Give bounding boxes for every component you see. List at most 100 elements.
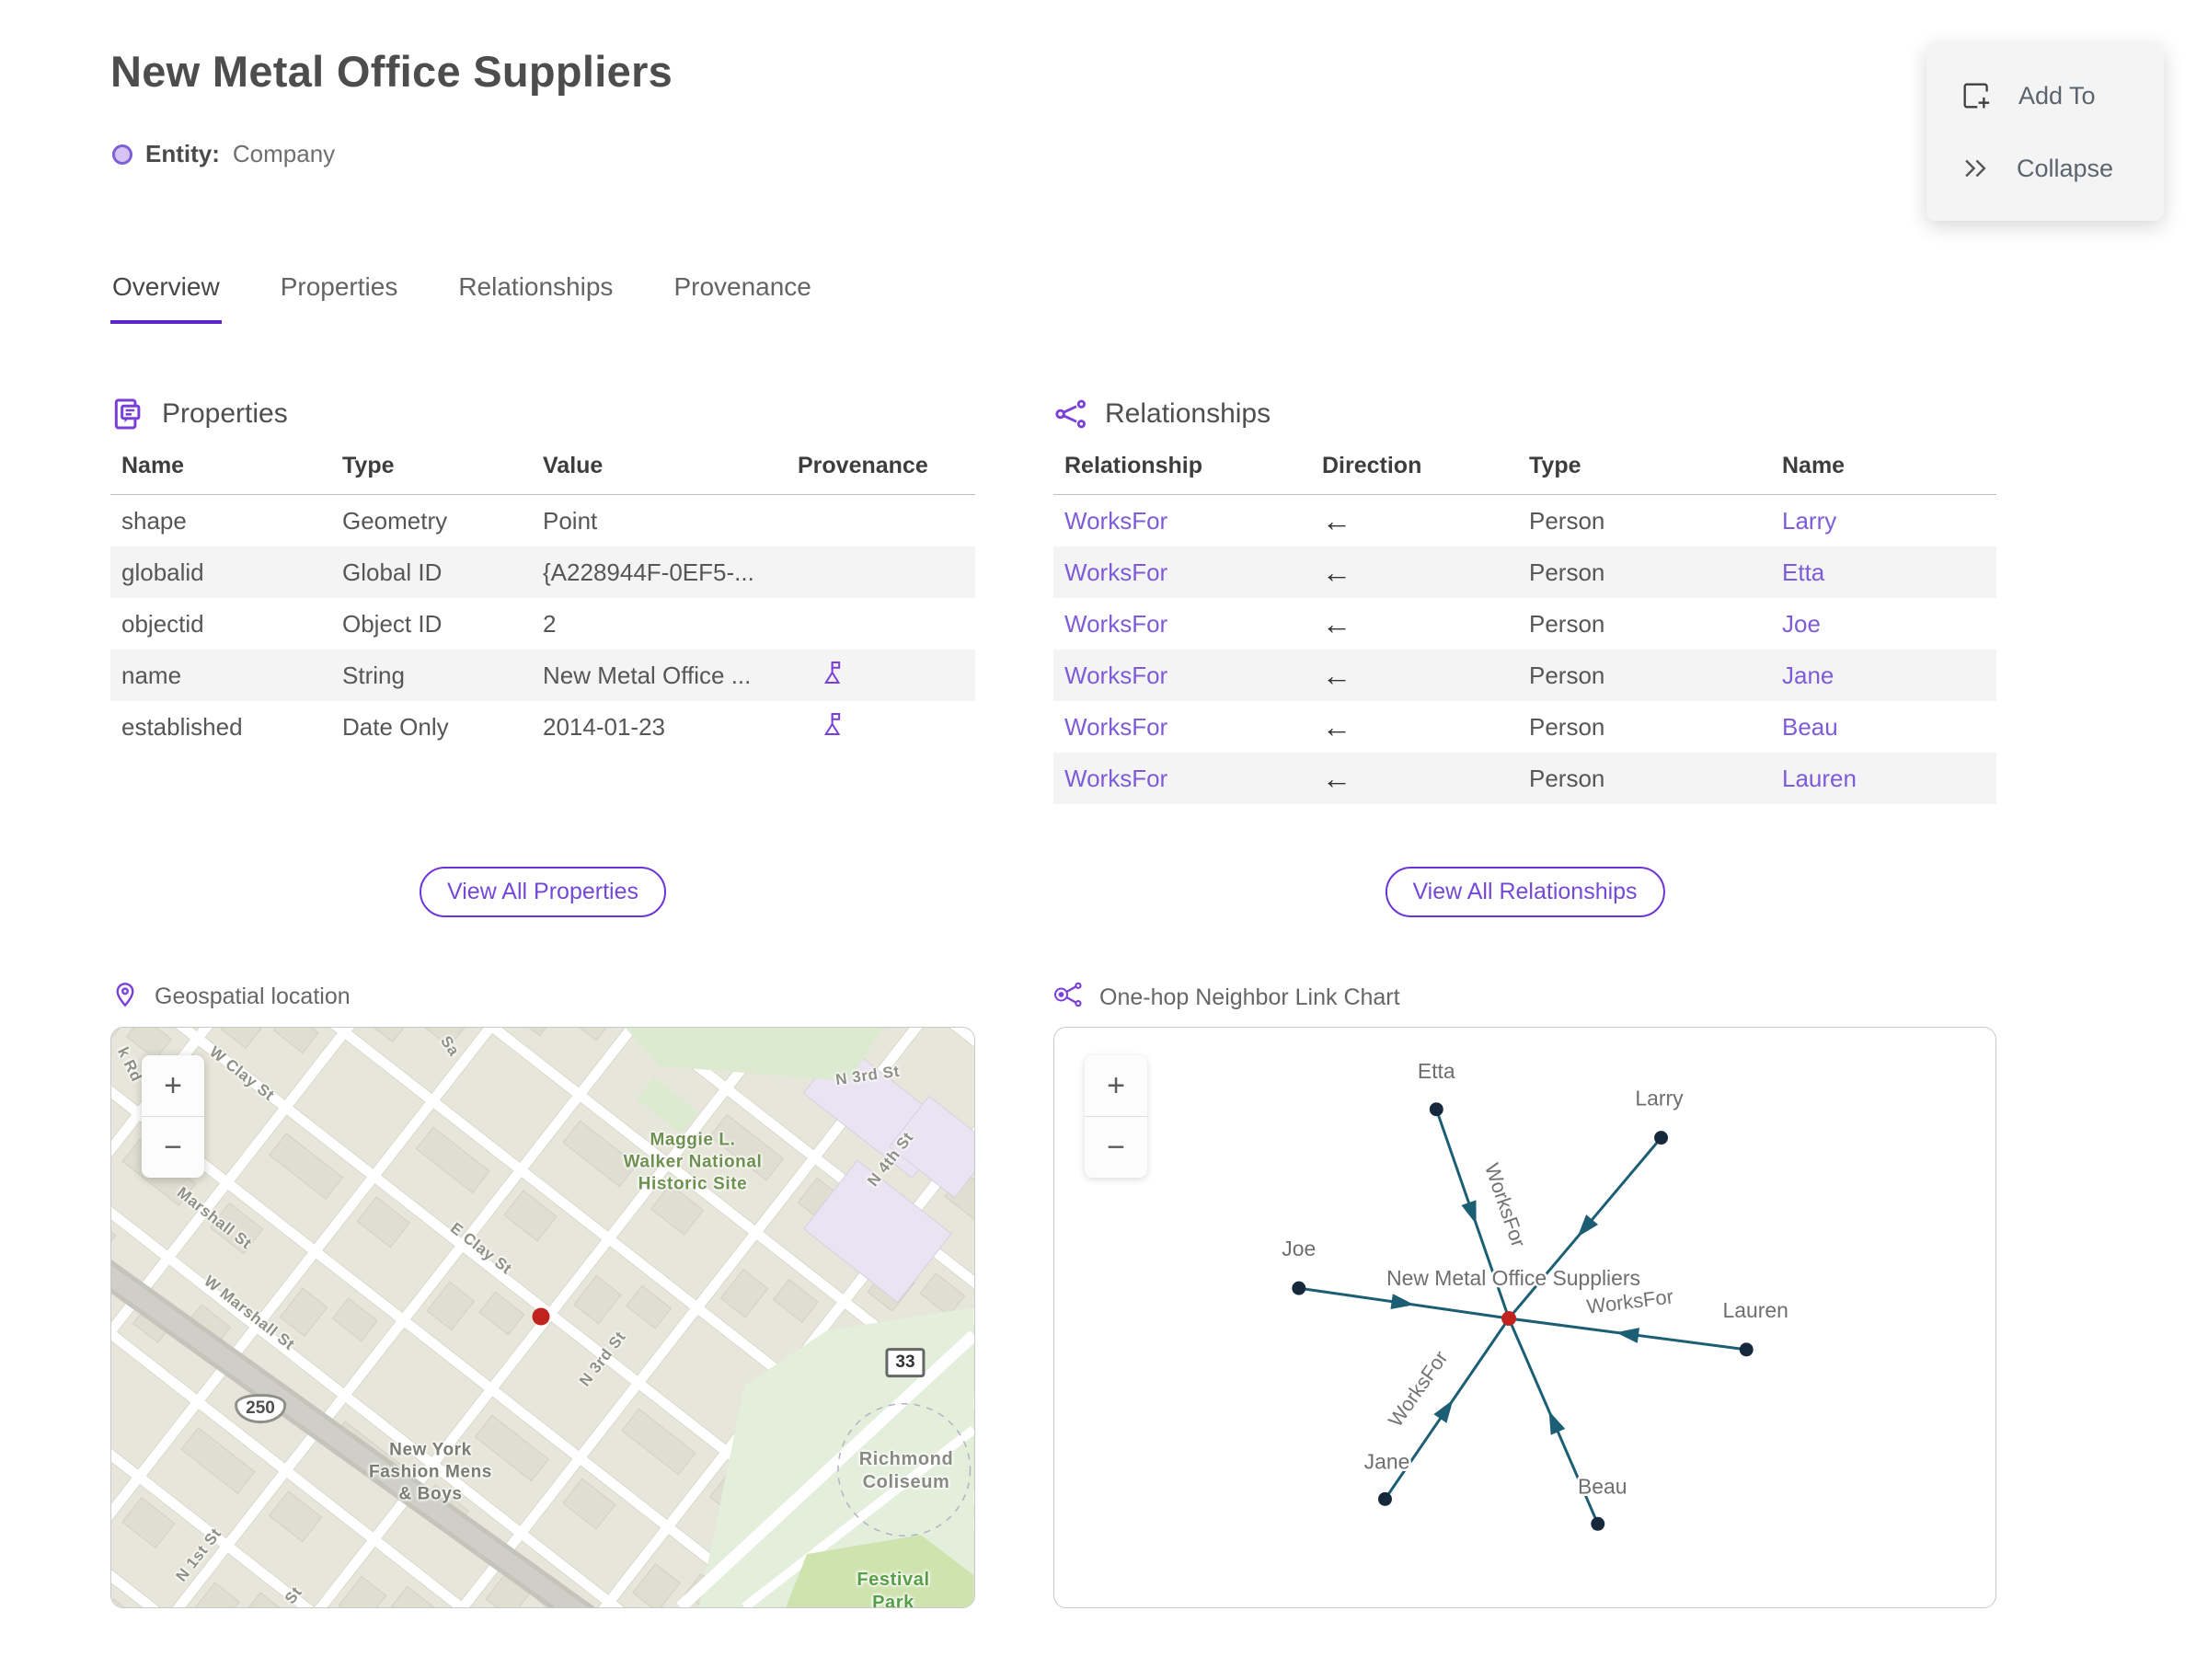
link-chart-icon: [1053, 979, 1085, 1017]
property-cell: globalid: [121, 558, 204, 586]
property-row: established Date Only 2014-01-23: [110, 701, 975, 753]
person-node[interactable]: [1591, 1516, 1605, 1531]
relationships-table: Relationship Direction Type Name WorksFor ← P…: [1053, 453, 1996, 804]
properties-section-header: Properties: [110, 396, 975, 432]
link-chart-canvas[interactable]: WorksForWorksForWorksForNew Metal Office…: [1054, 1028, 1995, 1607]
property-row: globalid Global ID {A228944F-0EF5-...: [110, 547, 975, 598]
direction-cell: ←: [1311, 495, 1518, 547]
collapse-button[interactable]: Collapse: [1926, 132, 2164, 204]
tab-properties[interactable]: Properties: [279, 272, 400, 324]
tab-relationships[interactable]: Relationships: [456, 272, 615, 324]
relationship-cell: WorksFor: [1053, 495, 1311, 547]
add-to-label: Add To: [2018, 81, 2096, 109]
provenance-flag-icon[interactable]: [818, 661, 845, 692]
relationship-row: WorksFor ← Person Larry: [1053, 495, 1996, 547]
map-zoom-out-button[interactable]: −: [142, 1116, 204, 1178]
type-cell: Person: [1529, 661, 1605, 689]
entity-name-link[interactable]: Larry: [1782, 507, 1836, 535]
property-cell: Object ID: [342, 609, 443, 638]
relationships-column: Relationships Relationship Direction Type N…: [1053, 396, 1996, 1619]
chart-zoom-out-button[interactable]: −: [1085, 1116, 1147, 1178]
type-cell: Person: [1529, 506, 1605, 535]
person-node[interactable]: [1654, 1131, 1669, 1145]
tab-overview[interactable]: Overview: [110, 272, 222, 324]
node-label: Lauren: [1723, 1298, 1788, 1322]
entity-row: Entity: Company: [112, 140, 335, 168]
column-header: Relationship: [1053, 453, 1311, 495]
relationships-section-header: Relationships: [1053, 396, 1996, 432]
add-to-icon: [1960, 79, 1993, 112]
column-header: Name: [110, 453, 331, 495]
geospatial-map[interactable]: k Rd W Clay St Sa Marshall St E Clay St W Mar…: [110, 1027, 975, 1608]
provenance-flag-icon[interactable]: [818, 712, 845, 743]
floating-action-panel: Add To Collapse: [1926, 42, 2164, 221]
chart-zoom-in-button[interactable]: +: [1085, 1055, 1147, 1116]
properties-icon: [110, 397, 145, 432]
entity-detail-page: New Metal Office Suppliers Entity: Compa…: [0, 0, 2208, 1680]
column-header: Value: [532, 453, 787, 495]
map-zoom-control: + −: [142, 1055, 204, 1178]
provenance-cell: [787, 650, 975, 701]
chart-zoom-control: + −: [1085, 1055, 1147, 1178]
content-columns: Properties Name Type Value Provenance shape…: [110, 396, 1996, 1619]
edge-arrow: [1461, 1200, 1477, 1225]
entity-name-link[interactable]: Jane: [1782, 662, 1834, 689]
map-zoom-in-button[interactable]: +: [142, 1055, 204, 1116]
relationship-link[interactable]: WorksFor: [1064, 507, 1167, 535]
map-canvas[interactable]: [111, 1028, 974, 1607]
name-cell: Joe: [1771, 598, 1996, 650]
entity-name-link[interactable]: Lauren: [1782, 765, 1857, 792]
relationship-link[interactable]: WorksFor: [1064, 558, 1167, 586]
add-to-button[interactable]: Add To: [1926, 59, 2164, 132]
relationships-icon: [1053, 397, 1088, 432]
edge-arrow: [1548, 1410, 1566, 1435]
entity-name-link[interactable]: Etta: [1782, 558, 1824, 586]
relationship-row: WorksFor ← Person Jane: [1053, 650, 1996, 701]
node-label: Etta: [1418, 1059, 1455, 1083]
relationship-link[interactable]: WorksFor: [1064, 713, 1167, 741]
view-all-relationships-button[interactable]: View All Relationships: [1385, 867, 1665, 917]
one-hop-link-chart[interactable]: WorksFor WorksFor WorksFor New Metal Office…: [1053, 1027, 1996, 1608]
node-label: Larry: [1635, 1087, 1684, 1110]
link-chart-section-header: One-hop Neighbor Link Chart: [1053, 979, 1400, 1017]
name-cell: Jane: [1771, 650, 1996, 701]
edge-label: WorksFor: [1480, 1160, 1530, 1250]
column-header: Name: [1771, 453, 1996, 495]
edge-arrow: [1433, 1399, 1454, 1423]
relationship-link[interactable]: WorksFor: [1064, 662, 1167, 689]
map-pin-icon: [110, 979, 140, 1015]
relationship-cell: WorksFor: [1053, 598, 1311, 650]
relationship-cell: WorksFor: [1053, 701, 1311, 753]
direction-arrow: ←: [1322, 503, 1351, 537]
provenance-cell: [787, 598, 975, 650]
name-cell: Lauren: [1771, 753, 1996, 804]
properties-column: Properties Name Type Value Provenance shape…: [110, 396, 975, 1619]
direction-cell: ←: [1311, 753, 1518, 804]
node-label: Joe: [1282, 1237, 1316, 1260]
relationship-row: WorksFor ← Person Etta: [1053, 547, 1996, 598]
relationship-cell: WorksFor: [1053, 650, 1311, 701]
relationship-link[interactable]: WorksFor: [1064, 610, 1167, 638]
property-cell: Date Only: [342, 712, 449, 741]
relationship-link[interactable]: WorksFor: [1064, 765, 1167, 792]
person-node[interactable]: [1739, 1342, 1754, 1357]
property-row: shape Geometry Point: [110, 495, 975, 547]
property-cell: shape: [121, 506, 187, 535]
property-cell: established: [121, 712, 243, 741]
entity-name-link[interactable]: Joe: [1782, 610, 1821, 638]
direction-cell: ←: [1311, 547, 1518, 598]
property-row: name String New Metal Office ...: [110, 650, 975, 701]
property-cell: 2: [543, 609, 557, 638]
provenance-cell: [787, 495, 975, 547]
person-node[interactable]: [1429, 1102, 1443, 1117]
property-cell: name: [121, 661, 182, 689]
person-node[interactable]: [1378, 1491, 1392, 1506]
tab-provenance[interactable]: Provenance: [672, 272, 812, 324]
entity-name-link[interactable]: Beau: [1782, 713, 1838, 741]
property-cell: 2014-01-23: [543, 712, 665, 741]
center-node[interactable]: [1501, 1311, 1517, 1326]
properties-section-title: Properties: [162, 398, 288, 429]
property-row: objectid Object ID 2: [110, 598, 975, 650]
person-node[interactable]: [1292, 1281, 1306, 1295]
view-all-properties-button[interactable]: View All Properties: [420, 867, 666, 917]
